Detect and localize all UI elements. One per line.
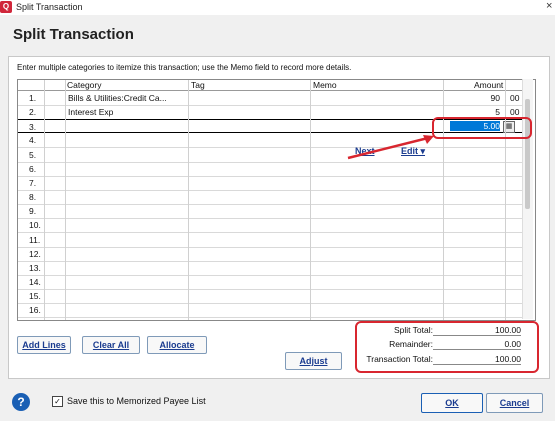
add-lines-button[interactable]: Add Lines <box>17 336 71 354</box>
table-row[interactable]: 1. Bills & Utilities:Credit Ca... 90 00 <box>18 91 523 106</box>
remainder-value: 0.00 <box>433 339 521 350</box>
row-number: 11. <box>29 234 41 245</box>
row-number: 5. <box>29 149 37 160</box>
cancel-button[interactable]: Cancel <box>486 393 543 413</box>
row-number: 10. <box>29 220 41 231</box>
column-divider <box>65 80 66 320</box>
amount-highlight <box>432 117 532 139</box>
amount-column-header: Amount <box>474 80 504 90</box>
window-title: Split Transaction <box>16 2 83 12</box>
table-row[interactable]: 7. <box>18 176 523 191</box>
row-number: 15. <box>29 291 41 302</box>
row-number: 1. <box>29 93 37 103</box>
row-number: 6. <box>29 163 37 174</box>
transaction-total-label: Transaction Total: <box>366 354 433 364</box>
table-row[interactable]: 14. <box>18 275 523 290</box>
dialog-footer: ? ✓ Save this to Memorized Payee List OK… <box>0 381 555 421</box>
instructions-text: Enter multiple categories to itemize thi… <box>17 63 352 72</box>
table-row[interactable]: 15. <box>18 289 523 305</box>
table-row[interactable]: 8. <box>18 190 523 206</box>
table-row[interactable]: 16. <box>18 303 523 319</box>
row-number: 8. <box>29 192 37 203</box>
table-row[interactable]: 5. <box>18 148 523 163</box>
row-number: 7. <box>29 177 37 188</box>
app-logo-icon: Q <box>0 1 12 13</box>
row-number: 9. <box>29 206 37 217</box>
category-column-header: Category <box>67 80 102 90</box>
title-bar: Q Split Transaction × <box>0 0 555 15</box>
memo-column-header: Memo <box>313 80 337 90</box>
split-total-label: Split Total: <box>393 325 433 335</box>
split-grid: Category Tag Memo Amount 1. Bills & Utili… <box>17 79 536 321</box>
transaction-total-value: 100.00 <box>433 354 521 365</box>
column-divider <box>188 80 189 320</box>
row-number: 2. <box>29 107 37 118</box>
category-cell: Bills & Utilities:Credit Ca... <box>68 93 167 103</box>
amount-cents-cell: 00 <box>510 93 520 103</box>
amount-cell: 5 <box>495 107 500 118</box>
memorize-checkbox[interactable]: ✓ <box>52 396 63 407</box>
grid-header: Category Tag Memo Amount <box>18 80 523 91</box>
table-row[interactable]: 12. <box>18 247 523 262</box>
amount-cents-cell: 00 <box>510 107 520 118</box>
split-panel: Enter multiple categories to itemize thi… <box>8 56 550 379</box>
table-row[interactable]: 6. <box>18 162 523 177</box>
ok-button[interactable]: OK <box>421 393 483 413</box>
help-icon[interactable]: ? <box>12 393 30 411</box>
column-divider <box>443 80 444 320</box>
row-number: 16. <box>29 305 41 316</box>
column-divider <box>505 80 506 320</box>
pointer-arrow-icon <box>347 135 434 160</box>
grid-scrollbar[interactable] <box>522 79 533 319</box>
row-number: 3. <box>29 122 37 133</box>
amount-cell: 90 <box>490 93 500 103</box>
remainder-label: Remainder: <box>389 339 433 349</box>
adjust-button[interactable]: Adjust <box>285 352 342 370</box>
allocate-button[interactable]: Allocate <box>147 336 207 354</box>
column-divider <box>310 80 311 320</box>
table-row[interactable]: 10. <box>18 218 523 234</box>
row-number: 14. <box>29 276 41 287</box>
row-number: 4. <box>29 135 37 146</box>
split-total-value: 100.00 <box>433 325 521 336</box>
tag-column-header: Tag <box>191 80 205 90</box>
category-cell: Interest Exp <box>68 107 114 118</box>
row-number: 12. <box>29 248 41 259</box>
table-row[interactable]: 13. <box>18 261 523 276</box>
memorize-label: Save this to Memorized Payee List <box>67 396 206 406</box>
page-title: Split Transaction <box>13 26 134 43</box>
row-number: 13. <box>29 262 41 273</box>
table-row[interactable]: 11. <box>18 233 523 248</box>
table-row[interactable]: 9. <box>18 204 523 220</box>
close-icon[interactable]: × <box>546 0 552 12</box>
clear-all-button[interactable]: Clear All <box>82 336 140 354</box>
scrollbar-thumb[interactable] <box>525 99 530 209</box>
column-divider <box>44 80 45 320</box>
